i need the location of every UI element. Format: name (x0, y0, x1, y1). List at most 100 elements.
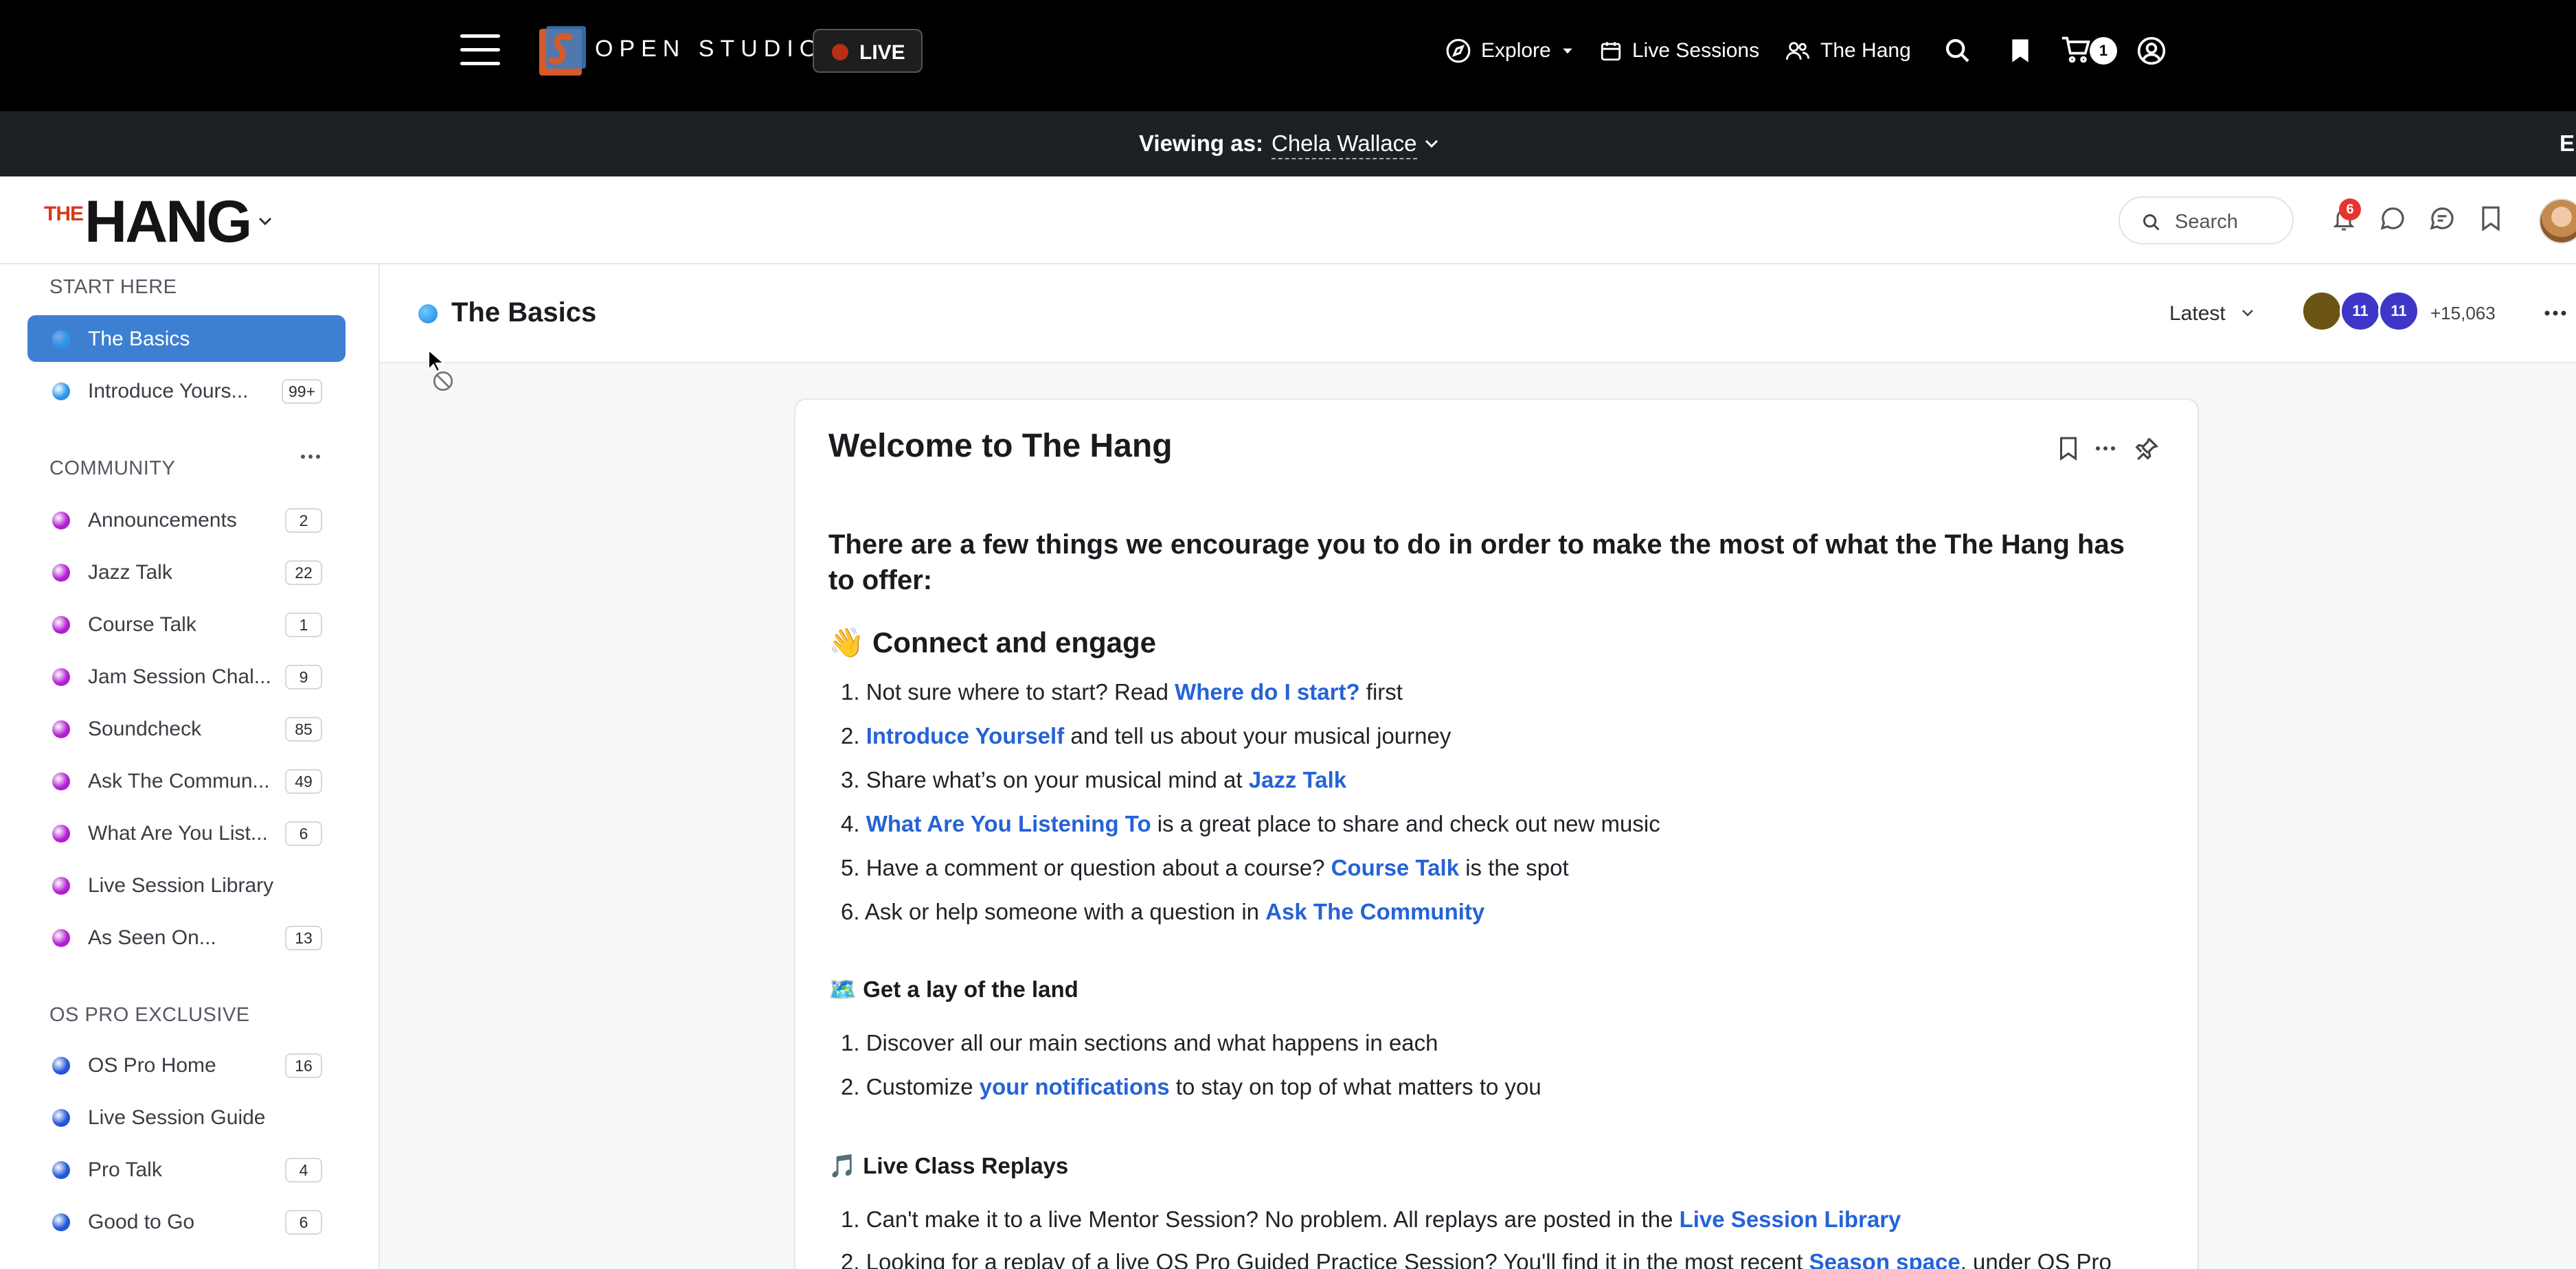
more-options-icon[interactable] (2544, 310, 2567, 317)
post-lead-paragraph: There are a few things we encourage you … (828, 529, 2125, 595)
nav-live-sessions[interactable]: Live Sessions (1599, 36, 1759, 66)
search-icon[interactable] (1944, 37, 1971, 65)
sidebar-item-label: Live Session Library (88, 874, 274, 897)
sidebar-item-introduce-yours[interactable]: Introduce Yours... 99+ (27, 367, 346, 414)
sidebar-item-soundcheck[interactable]: Soundcheck 85 (27, 705, 346, 752)
list-text: Can't make it to a live Mentor Session? … (866, 1207, 1680, 1232)
list-item: 2. Looking for a replay of a live OS Pro… (841, 1249, 2112, 1269)
exit-view-as-link[interactable]: E (2560, 130, 2575, 157)
account-icon[interactable] (2136, 36, 2167, 66)
sidebar-item-announcements[interactable]: Announcements 2 (27, 496, 346, 543)
nav-the-hang-label: The Hang (1820, 39, 1911, 62)
space-color-dot (52, 1057, 70, 1075)
space-color-dot (52, 825, 70, 843)
sidebar-item-label: As Seen On... (88, 926, 216, 949)
sidebar-item-os-pro-home[interactable]: OS Pro Home 16 (27, 1042, 346, 1088)
space-emoji-dot (418, 304, 438, 323)
nav-the-hang[interactable]: The Hang (1785, 36, 1911, 66)
list-text: Discover all our main sections and what … (866, 1030, 1438, 1055)
live-label: LIVE (859, 41, 905, 64)
the-hang-logo[interactable]: THE HANG (44, 192, 252, 251)
cart-icon (2061, 36, 2090, 63)
space-color-dot (52, 512, 70, 529)
cart-button[interactable]: 1 (2061, 34, 2123, 67)
sidebar-item-label: Soundcheck (88, 718, 202, 740)
chevron-down-icon[interactable] (2241, 309, 2254, 317)
link-where-do-i-start[interactable]: Where do I start? (1175, 679, 1360, 705)
messages-icon[interactable] (2429, 205, 2455, 231)
logo-the-text: THE (44, 203, 84, 225)
space-color-dot (52, 1109, 70, 1127)
sidebar-section-start-here: START HERE (49, 276, 177, 298)
chat-icon[interactable] (2380, 205, 2406, 231)
post-title[interactable]: Welcome to The Hang (828, 427, 1173, 465)
link-season-space[interactable]: Season space (1809, 1249, 1961, 1269)
member-avatar[interactable]: 11 (2378, 290, 2419, 332)
community-switcher-chevron-icon[interactable] (258, 216, 272, 226)
sidebar-item-the-basics[interactable]: The Basics (27, 315, 346, 362)
unread-count-badge: 49 (285, 769, 322, 794)
unread-count-badge: 99+ (281, 379, 322, 404)
top-navigation-bar: OPEN STUDIO LIVE Explore Live Sessions T… (0, 0, 2576, 111)
sidebar-item-ask-the-commun[interactable]: Ask The Commun... 49 (27, 757, 346, 804)
nav-explore[interactable]: Explore (1445, 36, 1574, 66)
link-what-are-you-listening-to[interactable]: What Are You Listening To (866, 811, 1151, 836)
list-text: is the spot (1459, 855, 1569, 880)
sidebar-item-good-to-go[interactable]: Good to Go 6 (27, 1198, 346, 1245)
sidebar-item-jam-session-chal[interactable]: Jam Session Chal... 9 (27, 653, 346, 700)
sidebar-item-what-are-you-list[interactable]: What Are You List... 6 (27, 810, 346, 856)
bookmark-icon[interactable] (2058, 435, 2079, 461)
sidebar-item-jazz-talk[interactable]: Jazz Talk 22 (27, 549, 346, 595)
sidebar-item-label: OS Pro Home (88, 1054, 216, 1077)
sidebar-item-live-session-guide[interactable]: Live Session Guide (27, 1094, 346, 1141)
list-item: 2. Customize your notifications to stay … (841, 1074, 1541, 1100)
space-color-dot (52, 382, 70, 400)
link-introduce-yourself[interactable]: Introduce Yourself (866, 723, 1065, 748)
space-color-dot (52, 330, 70, 348)
sidebar-item-label: What Are You List... (88, 822, 268, 845)
more-options-icon[interactable] (2095, 445, 2116, 452)
live-button[interactable]: LIVE (813, 29, 923, 73)
link-jazz-talk[interactable]: Jazz Talk (1249, 767, 1346, 792)
community-header: THE HANG Search 6 (0, 176, 2576, 264)
list-number: 2. (841, 1249, 866, 1269)
sidebar-item-as-seen-on[interactable]: As Seen On... 13 (27, 914, 346, 961)
member-count[interactable]: +15,063 (2430, 303, 2496, 324)
link-your-notifications[interactable]: your notifications (980, 1074, 1170, 1099)
list-text: Not sure where to start? Read (866, 679, 1175, 705)
people-icon (1786, 42, 1809, 60)
space-color-dot (52, 1213, 70, 1231)
open-studio-logo-icon[interactable] (539, 26, 586, 76)
bookmark-icon[interactable] (2009, 37, 2032, 65)
link-course-talk[interactable]: Course Talk (1331, 855, 1459, 880)
unread-count-badge: 6 (285, 1210, 322, 1235)
pin-icon[interactable] (2134, 435, 2160, 461)
space-color-dot (52, 773, 70, 790)
open-studio-brand-text[interactable]: OPEN STUDIO (595, 36, 824, 62)
nav-explore-label: Explore (1481, 39, 1551, 62)
link-live-session-library[interactable]: Live Session Library (1680, 1207, 1901, 1232)
list-text: Customize (866, 1074, 980, 1099)
list-text: , under OS Pro (1960, 1249, 2112, 1269)
list-text: to stay on top of what matters to you (1169, 1074, 1541, 1099)
sidebar-item-pro-talk[interactable]: Pro Talk 4 (27, 1146, 346, 1193)
sort-dropdown[interactable]: Latest (2169, 302, 2226, 325)
member-avatar[interactable] (2301, 290, 2342, 332)
sidebar-item-course-talk[interactable]: Course Talk 1 (27, 601, 346, 648)
user-avatar[interactable] (2539, 198, 2576, 244)
sidebar-item-live-session-library[interactable]: Live Session Library (27, 862, 346, 908)
chevron-down-icon[interactable] (1425, 139, 1438, 148)
viewing-as-user-select[interactable]: Chela Wallace (1272, 130, 1417, 159)
compass-icon (1446, 38, 1471, 63)
hamburger-menu-icon[interactable] (460, 34, 500, 66)
member-avatar[interactable]: 11 (2340, 290, 2381, 332)
sidebar-section-community: COMMUNITY (49, 457, 176, 479)
viewing-as-bar: Viewing as: Chela Wallace E (0, 111, 2576, 176)
sidebar-item-label: Introduce Yours... (88, 380, 249, 402)
more-options-icon[interactable] (300, 453, 321, 460)
community-search-button[interactable]: Search (2119, 196, 2294, 244)
link-ask-the-community[interactable]: Ask The Community (1265, 899, 1484, 924)
section-heading-lay-of-land: 🗺️ Get a lay of the land (828, 976, 1078, 1002)
sidebar-item-label: Course Talk (88, 613, 196, 636)
bookmark-icon[interactable] (2480, 205, 2502, 231)
